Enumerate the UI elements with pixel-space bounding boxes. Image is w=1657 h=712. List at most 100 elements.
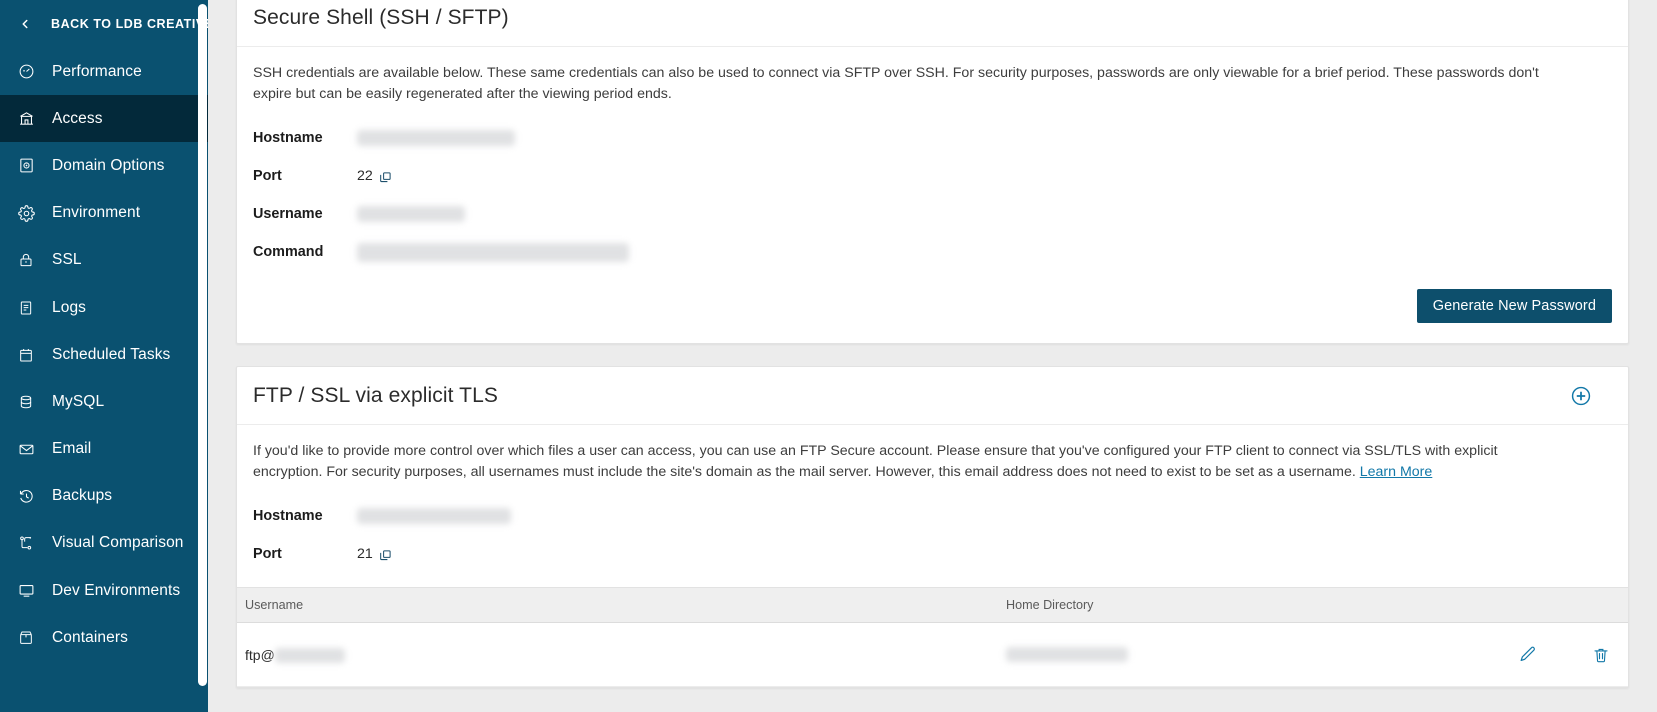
copy-icon[interactable]: [379, 171, 392, 184]
sidebar-item-email[interactable]: Email: [0, 426, 208, 473]
sidebar-item-backups[interactable]: Backups: [0, 473, 208, 520]
sidebar-item-label: Dev Environments: [52, 581, 181, 599]
sidebar-item-performance[interactable]: Performance: [0, 48, 208, 95]
field-label: Port: [253, 546, 282, 562]
cell-actions: [1518, 645, 1628, 664]
sidebar-item-scheduled-tasks[interactable]: Scheduled Tasks: [0, 331, 208, 378]
ssh-field-hostname: Hostname: [253, 119, 1612, 157]
sidebar-item-label: Domain Options: [52, 156, 165, 174]
sidebar-item-label: SSL: [52, 251, 82, 269]
redacted-value: [357, 242, 629, 262]
ftp-credentials-list: Hostname Port 21: [253, 497, 1612, 573]
ftp-description: If you'd like to provide more control ov…: [253, 441, 1545, 483]
container-icon: [18, 630, 42, 646]
sidebar-back-link[interactable]: BACK TO LDB CREATIVE: [0, 0, 208, 48]
sidebar-item-label: Backups: [52, 487, 113, 505]
monitor-icon: [18, 582, 42, 599]
compare-icon: [18, 535, 42, 551]
redacted-value: [1006, 647, 1128, 662]
sidebar-item-label: Environment: [52, 204, 141, 222]
sidebar-item-label: MySQL: [52, 392, 105, 410]
learn-more-link[interactable]: Learn More: [1360, 464, 1433, 480]
sidebar-back-label: BACK TO LDB CREATIVE: [51, 17, 208, 31]
lock-icon: [18, 252, 42, 268]
globe-box-icon: [18, 157, 42, 174]
sidebar-item-ssl[interactable]: SSL: [0, 237, 208, 284]
redacted-value: [357, 508, 511, 524]
sidebar-item-containers[interactable]: Containers: [0, 614, 208, 661]
ssh-field-command: Command: [253, 233, 1612, 271]
field-label: Command: [253, 244, 324, 260]
sidebar-bottom-fill: [0, 664, 208, 712]
field-value: [357, 508, 511, 524]
sidebar-item-label: Performance: [52, 62, 142, 80]
sidebar-item-label: Logs: [52, 298, 87, 316]
field-value: [357, 130, 515, 146]
sidebar-item-domain-options[interactable]: Domain Options: [0, 142, 208, 189]
port-value: 22: [357, 168, 373, 184]
sidebar-scrollbar[interactable]: [198, 4, 207, 686]
gauge-icon: [18, 63, 42, 80]
ssh-card-body: SSH credentials are available below. The…: [237, 47, 1628, 271]
ssh-description: SSH credentials are available below. The…: [253, 65, 1539, 102]
field-label: Port: [253, 168, 282, 184]
bank-icon: [18, 110, 42, 127]
field-value: [357, 242, 629, 262]
ssh-title: Secure Shell (SSH / SFTP): [253, 5, 509, 29]
generate-new-password-button[interactable]: Generate New Password: [1416, 289, 1612, 323]
ssh-field-port: Port 22: [253, 157, 1612, 195]
redacted-value: [357, 130, 515, 146]
table-row: ftp@: [237, 623, 1628, 687]
field-value: [357, 206, 465, 222]
ftp-title: FTP / SSL via explicit TLS: [253, 383, 498, 407]
ssh-card-header: Secure Shell (SSH / SFTP): [237, 0, 1628, 47]
field-value: 22: [357, 168, 392, 184]
sidebar-item-visual-comparison[interactable]: Visual Comparison: [0, 520, 208, 567]
delete-icon[interactable]: [1592, 646, 1610, 664]
cell-username: ftp@: [237, 647, 1002, 663]
ftp-field-hostname: Hostname: [253, 497, 1612, 535]
sidebar-items: BACK TO LDB CREATIVE Performance Access …: [0, 0, 208, 661]
sidebar-item-dev-environments[interactable]: Dev Environments: [0, 567, 208, 614]
ssh-actions: Generate New Password: [237, 271, 1628, 343]
sidebar-item-label: Scheduled Tasks: [52, 345, 171, 363]
document-icon: [18, 300, 42, 316]
field-label: Hostname: [253, 130, 323, 146]
sidebar-item-access[interactable]: Access: [0, 95, 208, 143]
ftp-field-port: Port 21: [253, 535, 1612, 573]
app-root: BACK TO LDB CREATIVE Performance Access …: [0, 0, 1657, 712]
ssh-field-username: Username: [253, 195, 1612, 233]
database-icon: [18, 394, 42, 410]
column-header-home-directory: Home Directory: [1006, 598, 1094, 612]
ftp-description-text: If you'd like to provide more control ov…: [253, 443, 1498, 480]
ftp-card: FTP / SSL via explicit TLS If you'd like…: [236, 366, 1629, 688]
sidebar-item-environment[interactable]: Environment: [0, 190, 208, 237]
ftp-card-body: If you'd like to provide more control ov…: [237, 425, 1628, 573]
main-content: Secure Shell (SSH / SFTP) SSH credential…: [208, 0, 1657, 712]
field-value: 21: [357, 546, 392, 562]
sidebar-item-logs[interactable]: Logs: [0, 284, 208, 331]
sidebar-item-label: Visual Comparison: [52, 534, 184, 552]
sidebar-item-label: Email: [52, 440, 92, 458]
history-icon: [18, 488, 42, 505]
gear-icon: [18, 204, 42, 222]
column-header-username: Username: [245, 598, 304, 612]
redacted-value: [274, 648, 345, 663]
ftp-accounts-table: Username Home Directory ftp@: [237, 587, 1628, 687]
edit-icon[interactable]: [1518, 645, 1537, 664]
sidebar-item-mysql[interactable]: MySQL: [0, 378, 208, 425]
ssh-card: Secure Shell (SSH / SFTP) SSH credential…: [236, 0, 1629, 344]
redacted-value: [357, 206, 465, 222]
port-value: 21: [357, 546, 373, 562]
sidebar-item-label: Containers: [52, 628, 128, 646]
plus-circle-icon[interactable]: [1570, 385, 1592, 407]
username-prefix: ftp@: [245, 646, 275, 663]
chevron-left-icon: [18, 17, 42, 31]
table-header-row: Username Home Directory: [237, 587, 1628, 623]
cell-home-directory: [1002, 647, 1518, 662]
field-label: Hostname: [253, 508, 323, 524]
copy-icon[interactable]: [379, 549, 392, 562]
envelope-icon: [18, 441, 42, 458]
ssh-credentials-list: Hostname Port 22 Username Command: [253, 119, 1612, 271]
field-label: Username: [253, 206, 323, 222]
